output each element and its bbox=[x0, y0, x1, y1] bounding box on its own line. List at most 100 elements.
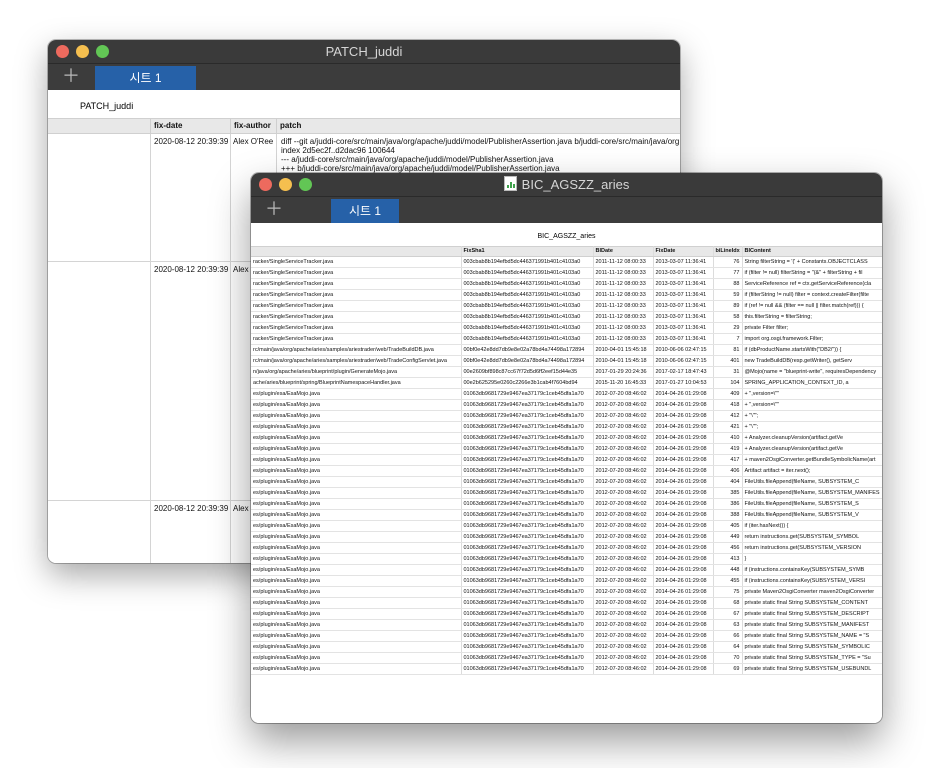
cell-bi-line-idx[interactable]: 448 bbox=[713, 564, 743, 576]
table-row[interactable]: es/plugin/esa/EsaMojo.java 01063db9681729… bbox=[251, 663, 882, 675]
cell-bi-line-idx[interactable]: 386 bbox=[713, 498, 743, 510]
header-fix-date[interactable]: fix-date bbox=[150, 119, 230, 133]
cell-fix-date[interactable]: 2014-04-26 01:29:08 bbox=[653, 663, 714, 675]
cell-bi-date[interactable]: 2012-07-20 08:46:02 bbox=[593, 465, 654, 477]
cell-bi-content[interactable]: + Analyzer.cleanupVersion(artifact.getVe bbox=[742, 432, 882, 444]
cell-file-path[interactable]: racker/SingleServiceTracker.java bbox=[251, 289, 462, 301]
cell-fix-sha1[interactable]: 01063db9681729e9467ea37179c1ceb45dfa1a70 bbox=[461, 575, 594, 587]
cell-file-path[interactable]: es/plugin/esa/EsaMojo.java bbox=[251, 597, 462, 609]
cell-fix-date[interactable]: 2014-04-26 01:29:08 bbox=[653, 608, 714, 620]
cell-fix-sha1[interactable]: 01063db9681729e9467ea37179c1ceb45dfa1a70 bbox=[461, 597, 594, 609]
cell-bi-date[interactable]: 2011-11-12 08:00:33 bbox=[593, 267, 654, 279]
cell-bi-date[interactable]: 2011-11-12 08:00:33 bbox=[593, 278, 654, 290]
table-row[interactable]: es/plugin/esa/EsaMojo.java 01063db9681729… bbox=[251, 476, 882, 488]
cell-file-path[interactable]: es/plugin/esa/EsaMojo.java bbox=[251, 509, 462, 521]
cell-fix-sha1[interactable]: 01063db9681729e9467ea37179c1ceb45dfa1a70 bbox=[461, 509, 594, 521]
table-row[interactable]: es/plugin/esa/EsaMojo.java 01063db9681729… bbox=[251, 487, 882, 499]
cell-bi-content[interactable]: this.filterString = filterString; bbox=[742, 311, 882, 323]
cell-bi-content[interactable]: SPRING_APPLICATION_CONTEXT_ID, a bbox=[742, 377, 882, 389]
cell-file-path[interactable]: es/plugin/esa/EsaMojo.java bbox=[251, 399, 462, 411]
cell-fix-date[interactable]: 2013-03-07 11:36:41 bbox=[653, 322, 714, 334]
cell-fix-sha1[interactable]: 01063db9681729e9467ea37179c1ceb45dfa1a70 bbox=[461, 641, 594, 653]
title-bar[interactable]: BIC_AGSZZ_aries bbox=[251, 173, 882, 197]
table-row[interactable]: es/plugin/esa/EsaMojo.java 01063db9681729… bbox=[251, 619, 882, 631]
cell-bi-line-idx[interactable]: 70 bbox=[713, 652, 743, 664]
cell-bi-line-idx[interactable]: 401 bbox=[713, 355, 743, 367]
cell-fix-sha1[interactable]: 01063db9681729e9467ea37179c1ceb45dfa1a70 bbox=[461, 388, 594, 400]
cell-bi-date[interactable]: 2012-07-20 08:46:02 bbox=[593, 410, 654, 422]
cell-bi-date[interactable]: 2012-07-20 08:46:02 bbox=[593, 663, 654, 675]
cell-bi-line-idx[interactable]: 7 bbox=[713, 333, 743, 345]
table-row[interactable]: es/plugin/esa/EsaMojo.java 01063db9681729… bbox=[251, 630, 882, 642]
data-table[interactable]: FixSha1 BIDate FixDate biLineIdx BIContent ra… bbox=[251, 246, 882, 675]
cell-file-path[interactable]: es/plugin/esa/EsaMojo.java bbox=[251, 564, 462, 576]
cell-file-path[interactable]: es/plugin/esa/EsaMojo.java bbox=[251, 619, 462, 631]
cell-bi-content[interactable]: if (instructions.containsKey(SUBSYSTEM_V… bbox=[742, 575, 882, 587]
cell-bi-line-idx[interactable]: 104 bbox=[713, 377, 743, 389]
cell-bi-date[interactable]: 2011-11-12 08:00:33 bbox=[593, 311, 654, 323]
cell-fix-date[interactable]: 2014-04-26 01:29:08 bbox=[653, 388, 714, 400]
cell-fix-date[interactable]: 2014-04-26 01:29:08 bbox=[653, 476, 714, 488]
cell-bi-line-idx[interactable]: 58 bbox=[713, 311, 743, 323]
cell-bi-content[interactable]: + Analyzer.cleanupVersion(artifact.getVe bbox=[742, 443, 882, 455]
cell-bi-date[interactable]: 2012-07-20 08:46:02 bbox=[593, 399, 654, 411]
cell-bi-line-idx[interactable]: 64 bbox=[713, 641, 743, 653]
header-fixsha1[interactable]: FixSha1 bbox=[461, 246, 594, 257]
cell-file-path[interactable]: es/plugin/esa/EsaMojo.java bbox=[251, 553, 462, 565]
cell-bi-date[interactable]: 2012-07-20 08:46:02 bbox=[593, 564, 654, 576]
cell-bi-date[interactable]: 2010-04-01 15:45:18 bbox=[593, 355, 654, 367]
cell-bi-content[interactable]: private static final String SUBSYSTEM_DE… bbox=[742, 608, 882, 620]
cell-bi-line-idx[interactable]: 456 bbox=[713, 542, 743, 554]
cell-bi-line-idx[interactable]: 418 bbox=[713, 399, 743, 411]
cell-bi-line-idx[interactable]: 77 bbox=[713, 267, 743, 279]
title-bar[interactable]: PATCH_juddi bbox=[48, 40, 680, 64]
cell-bi-content[interactable]: private static final String SUBSYSTEM_CO… bbox=[742, 597, 882, 609]
cell-bi-line-idx[interactable]: 68 bbox=[713, 597, 743, 609]
table-row[interactable]: es/plugin/esa/EsaMojo.java 01063db9681729… bbox=[251, 542, 882, 554]
cell-bi-content[interactable]: private Maven2OsgiConverter maven2OsgiCo… bbox=[742, 586, 882, 598]
cell-fix-sha1[interactable]: 01063db9681729e9467ea37179c1ceb45dfa1a70 bbox=[461, 399, 594, 411]
cell-fix-sha1[interactable]: 01063db9681729e9467ea37179c1ceb45dfa1a70 bbox=[461, 454, 594, 466]
cell-bi-date[interactable]: 2011-11-12 08:00:33 bbox=[593, 300, 654, 312]
table-row[interactable]: es/plugin/esa/EsaMojo.java 01063db9681729… bbox=[251, 443, 882, 455]
cell-bi-line-idx[interactable]: 388 bbox=[713, 509, 743, 521]
cell-file-path[interactable]: es/plugin/esa/EsaMojo.java bbox=[251, 663, 462, 675]
cell-bi-content[interactable]: Artifact artifact = iter.next(); bbox=[742, 465, 882, 477]
cell-bi-content[interactable]: if (filter != null) filterString = "(&" … bbox=[742, 267, 882, 279]
cell-fix-date[interactable]: 2020-08-12 20:39:39 bbox=[154, 137, 228, 146]
table-row[interactable]: racker/SingleServiceTracker.java 003cbab8… bbox=[251, 333, 882, 345]
cell-bi-date[interactable]: 2011-11-12 08:00:33 bbox=[593, 322, 654, 334]
cell-fix-date[interactable]: 2020-08-12 20:39:39 bbox=[154, 504, 228, 513]
cell-bi-line-idx[interactable]: 66 bbox=[713, 630, 743, 642]
header-bidate[interactable]: BIDate bbox=[593, 246, 654, 257]
table-row[interactable]: es/plugin/esa/EsaMojo.java 01063db9681729… bbox=[251, 421, 882, 433]
cell-file-path[interactable]: es/plugin/esa/EsaMojo.java bbox=[251, 542, 462, 554]
cell-bi-content[interactable]: @Mojo(name = "blueprint-write", requires… bbox=[742, 366, 882, 378]
cell-bi-line-idx[interactable]: 69 bbox=[713, 663, 743, 675]
cell-fix-date[interactable]: 2014-04-26 01:29:08 bbox=[653, 487, 714, 499]
table-row[interactable]: es/plugin/esa/EsaMojo.java 01063db9681729… bbox=[251, 520, 882, 532]
cell-bi-line-idx[interactable]: 76 bbox=[713, 256, 743, 268]
cell-fix-date[interactable]: 2013-03-07 11:36:41 bbox=[653, 333, 714, 345]
cell-bi-date[interactable]: 2012-07-20 08:46:02 bbox=[593, 476, 654, 488]
table-row[interactable]: rc/main/java/org/apache/aries/samples/ar… bbox=[251, 344, 882, 356]
cell-fix-date[interactable]: 2014-04-26 01:29:08 bbox=[653, 586, 714, 598]
plus-icon[interactable]: ＋ bbox=[62, 66, 80, 86]
cell-file-path[interactable]: n/java/org/apache/aries/blueprint/plugin… bbox=[251, 366, 462, 378]
cell-bi-content[interactable]: FileUtils.fileAppend(fileName, SUBSYSTEM… bbox=[742, 487, 882, 499]
cell-bi-line-idx[interactable]: 404 bbox=[713, 476, 743, 488]
cell-fix-date[interactable]: 2014-04-26 01:29:08 bbox=[653, 454, 714, 466]
cell-bi-date[interactable]: 2012-07-20 08:46:02 bbox=[593, 597, 654, 609]
header-fix-author[interactable]: fix-author bbox=[230, 119, 276, 133]
cell-bi-date[interactable]: 2012-07-20 08:46:02 bbox=[593, 641, 654, 653]
cell-bi-date[interactable]: 2012-07-20 08:46:02 bbox=[593, 498, 654, 510]
cell-file-path[interactable]: racker/SingleServiceTracker.java bbox=[251, 333, 462, 345]
cell-file-path[interactable]: racker/SingleServiceTracker.java bbox=[251, 300, 462, 312]
cell-bi-date[interactable]: 2012-07-20 08:46:02 bbox=[593, 520, 654, 532]
cell-file-path[interactable]: es/plugin/esa/EsaMojo.java bbox=[251, 410, 462, 422]
table-row[interactable]: racker/SingleServiceTracker.java 003cbab8… bbox=[251, 278, 882, 290]
cell-fix-sha1[interactable]: 003cbab8b194efbd5dc446371991b401c4103a0 bbox=[461, 256, 594, 268]
cell-bi-content[interactable]: if (iter.hasNext()) { bbox=[742, 520, 882, 532]
cell-bi-line-idx[interactable]: 410 bbox=[713, 432, 743, 444]
table-row[interactable]: es/plugin/esa/EsaMojo.java 01063db9681729… bbox=[251, 641, 882, 653]
